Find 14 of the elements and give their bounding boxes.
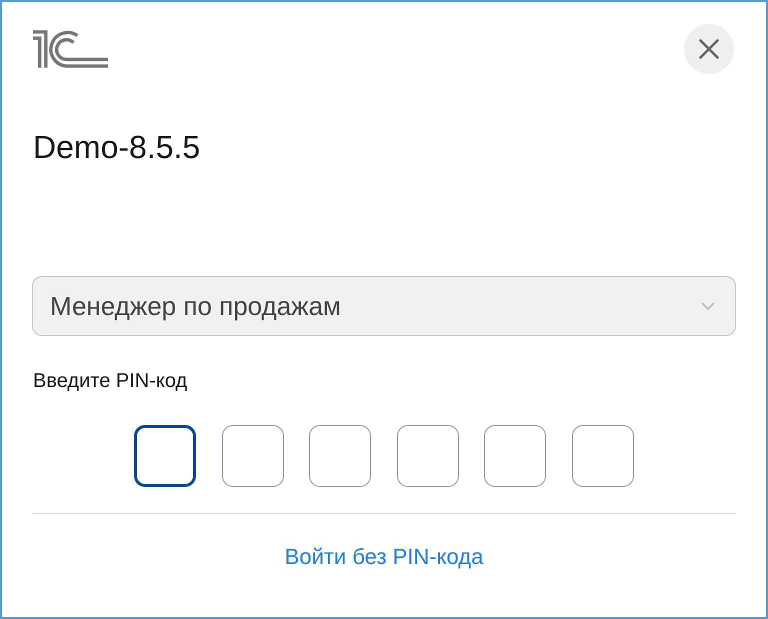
pin-digit-field[interactable]: [572, 425, 634, 487]
window-title: Demo-8.5.5: [32, 128, 200, 167]
pin-digit-field[interactable]: [396, 425, 459, 487]
chevron-down-icon: [701, 302, 715, 310]
login-without-pin-link[interactable]: Войти без PIN-кода: [284, 543, 484, 571]
pin-digit-field[interactable]: [134, 425, 196, 487]
role-dropdown[interactable]: Менеджер по продажам: [32, 276, 736, 336]
pin-label: Введите PIN-код: [32, 369, 188, 393]
pin-digit-field[interactable]: [309, 425, 372, 487]
pin-digit-field[interactable]: [484, 425, 546, 487]
pin-digit-field[interactable]: [222, 425, 284, 487]
logo-icon: [33, 30, 108, 68]
close-button[interactable]: [684, 24, 734, 74]
close-icon: [699, 39, 719, 59]
